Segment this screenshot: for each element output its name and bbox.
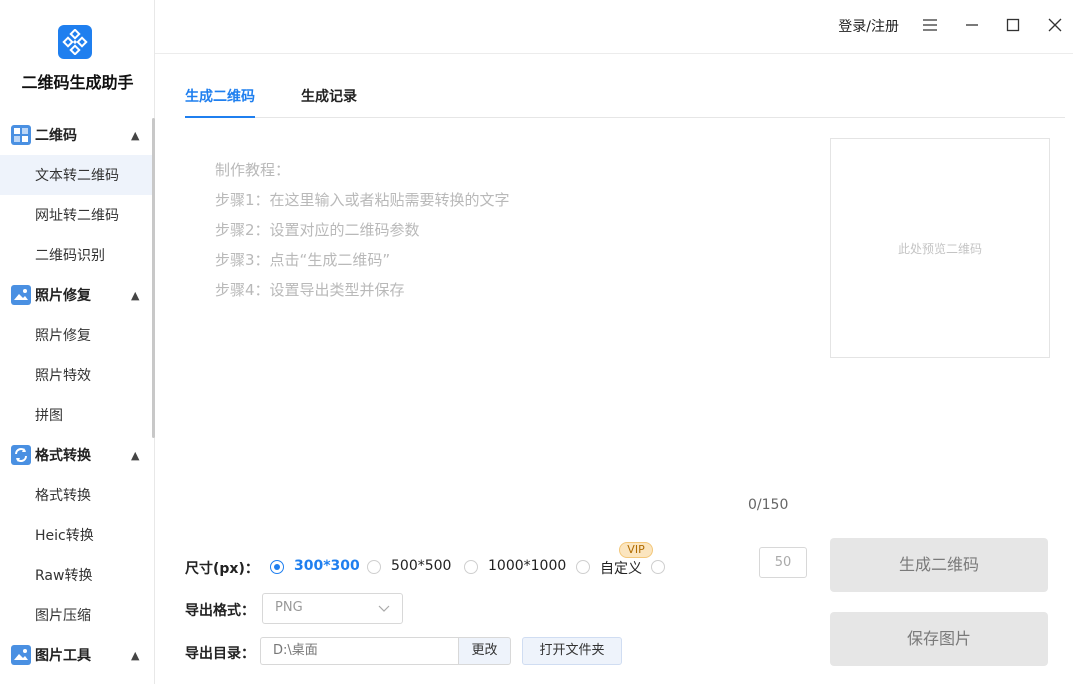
size-label: 尺寸(px)： bbox=[185, 561, 259, 577]
menu-icon[interactable] bbox=[919, 14, 941, 36]
tutorial-title: 制作教程： bbox=[215, 161, 291, 179]
sidebar-group-label: 照片修复 bbox=[35, 288, 91, 304]
close-icon[interactable] bbox=[1044, 14, 1066, 36]
change-directory-button[interactable]: 更改 bbox=[458, 637, 511, 665]
maximize-icon[interactable] bbox=[1002, 14, 1024, 36]
sidebar-item-heic-convert[interactable]: Heic转换 bbox=[0, 515, 152, 555]
tutorial-step: 步骤2：设置对应的二维码参数 bbox=[215, 221, 420, 239]
size-option-label[interactable]: 自定义 bbox=[600, 558, 642, 578]
size-radio-1000[interactable] bbox=[464, 560, 478, 574]
title-bar: 登录/注册 bbox=[155, 0, 1073, 54]
sidebar-group-image-tools[interactable]: 图片工具 ▲ bbox=[0, 635, 152, 675]
sidebar-group-format-convert[interactable]: 格式转换 ▲ bbox=[0, 435, 152, 475]
chevron-up-icon: ▲ bbox=[131, 288, 140, 302]
sidebar-item-format-convert[interactable]: 格式转换 bbox=[0, 475, 152, 515]
login-register-link[interactable]: 登录/注册 bbox=[838, 16, 899, 36]
qrcode-preview: 此处预览二维码 bbox=[830, 138, 1050, 358]
size-radio-300[interactable] bbox=[270, 560, 284, 574]
format-select[interactable]: PNG bbox=[262, 593, 403, 624]
vip-badge: VIP bbox=[619, 542, 653, 558]
active-tab-indicator bbox=[185, 116, 255, 118]
sidebar-item-raw-convert[interactable]: Raw转换 bbox=[0, 555, 152, 595]
format-select-value: PNG bbox=[275, 600, 303, 615]
size-radio-custom[interactable] bbox=[651, 560, 665, 574]
sidebar-item-image-compress[interactable]: 图片压缩 bbox=[0, 595, 152, 635]
tab-history[interactable]: 生成记录 bbox=[301, 86, 357, 106]
chevron-up-icon: ▲ bbox=[131, 128, 140, 142]
custom-size-input[interactable]: 50 bbox=[759, 547, 807, 578]
minimize-icon[interactable] bbox=[961, 14, 983, 36]
size-radio-custom-left[interactable] bbox=[576, 560, 590, 574]
photo-repair-icon bbox=[11, 285, 31, 305]
size-option-label[interactable]: 500*500 bbox=[391, 558, 451, 574]
sidebar-item-photo-effects[interactable]: 照片特效 bbox=[0, 355, 152, 395]
qrcode-icon bbox=[11, 125, 31, 145]
image-tools-icon bbox=[11, 645, 31, 665]
generate-qrcode-button[interactable]: 生成二维码 bbox=[830, 538, 1048, 592]
sidebar: 二维码生成助手 二维码 ▲ 文本转二维码 网址转二维码 二维码识别 照片修复 ▲… bbox=[0, 0, 155, 684]
sidebar-item-photo-repair[interactable]: 照片修复 bbox=[0, 315, 152, 355]
format-convert-icon bbox=[11, 445, 31, 465]
open-folder-button[interactable]: 打开文件夹 bbox=[522, 637, 622, 665]
app-name: 二维码生成助手 bbox=[21, 73, 134, 92]
tab-generate-qrcode[interactable]: 生成二维码 bbox=[185, 86, 255, 106]
chevron-up-icon: ▲ bbox=[131, 448, 140, 462]
app-logo-icon bbox=[58, 25, 92, 59]
sidebar-item-text-to-qrcode[interactable]: 文本转二维码 bbox=[0, 155, 152, 195]
size-radio-500[interactable] bbox=[367, 560, 381, 574]
sidebar-group-label: 格式转换 bbox=[35, 448, 91, 464]
preview-placeholder: 此处预览二维码 bbox=[897, 241, 982, 256]
export-directory-input[interactable]: D:\桌面 bbox=[260, 637, 458, 665]
format-label: 导出格式： bbox=[185, 603, 255, 619]
sidebar-scrollbar[interactable] bbox=[152, 118, 155, 438]
character-counter: 0/150 bbox=[748, 497, 789, 513]
sidebar-item-qrcode-recognition[interactable]: 二维码识别 bbox=[0, 235, 152, 275]
sidebar-group-label: 图片工具 bbox=[35, 648, 91, 664]
text-input-area[interactable]: 制作教程： 步骤1：在这里输入或者粘贴需要转换的文字 步骤2：设置对应的二维码参… bbox=[200, 155, 800, 485]
save-image-button[interactable]: 保存图片 bbox=[830, 612, 1048, 666]
tutorial-step: 步骤4：设置导出类型并保存 bbox=[215, 281, 405, 299]
tab-bar: 生成二维码 生成记录 bbox=[185, 80, 1065, 118]
directory-label: 导出目录： bbox=[185, 646, 255, 662]
chevron-down-icon bbox=[378, 602, 390, 618]
tutorial-step: 步骤3：点击“生成二维码” bbox=[215, 251, 391, 269]
size-option-label[interactable]: 1000*1000 bbox=[488, 558, 566, 574]
sidebar-item-url-to-qrcode[interactable]: 网址转二维码 bbox=[0, 195, 152, 235]
size-option-label[interactable]: 300*300 bbox=[294, 558, 360, 574]
tutorial-step: 步骤1：在这里输入或者粘贴需要转换的文字 bbox=[215, 191, 510, 209]
sidebar-group-photo-repair[interactable]: 照片修复 ▲ bbox=[0, 275, 152, 315]
sidebar-item-collage[interactable]: 拼图 bbox=[0, 395, 152, 435]
sidebar-group-label: 二维码 bbox=[35, 128, 77, 144]
chevron-up-icon: ▲ bbox=[131, 648, 140, 662]
sidebar-group-qrcode[interactable]: 二维码 ▲ bbox=[0, 115, 152, 155]
